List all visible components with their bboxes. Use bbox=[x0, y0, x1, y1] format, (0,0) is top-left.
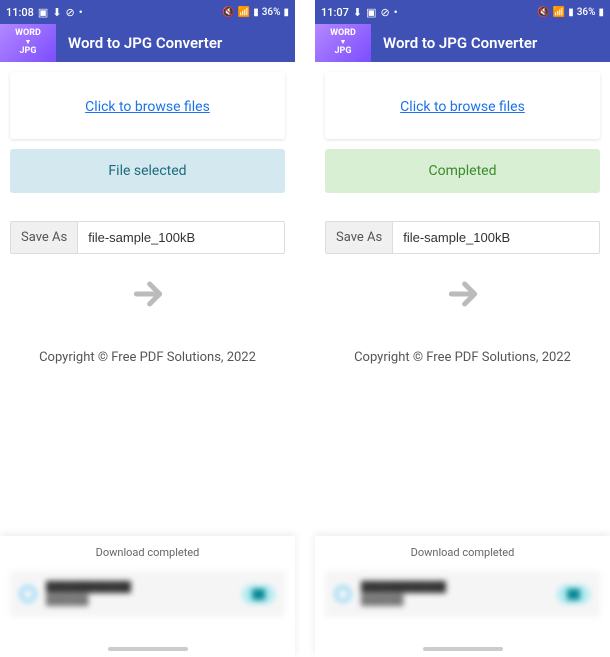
download-header: Download completed bbox=[0, 546, 295, 559]
save-as-label: Save As bbox=[10, 221, 77, 254]
app-title: Word to JPG Converter bbox=[383, 34, 537, 52]
download-item[interactable]: ████████████ ██████ ██ bbox=[10, 571, 285, 617]
gallery-icon: ▣ bbox=[38, 6, 48, 19]
download-text: ████████████ ██████ bbox=[361, 581, 557, 607]
nav-handle[interactable] bbox=[423, 647, 503, 651]
browse-card[interactable]: Click to browse files bbox=[325, 72, 600, 139]
silent-icon: 🔇 bbox=[222, 7, 234, 18]
status-bar: 11:08 ▣ ⬇ ⊘ • 🔇 📶 ▮ 36% ▮ bbox=[0, 0, 295, 24]
battery-icon: ▮ bbox=[598, 7, 604, 18]
download-complete-icon bbox=[20, 586, 36, 602]
dot-icon: • bbox=[394, 6, 398, 19]
download-filename: ████████████ bbox=[361, 581, 557, 594]
arrow-right-icon[interactable] bbox=[128, 274, 168, 318]
download-complete-icon bbox=[335, 586, 351, 602]
signal-icon: ▮ bbox=[568, 7, 574, 18]
save-as-label: Save As bbox=[325, 221, 392, 254]
battery-text: 36% bbox=[262, 7, 281, 18]
arrow-right-icon[interactable] bbox=[443, 274, 483, 318]
screenshot-left: 11:08 ▣ ⬇ ⊘ • 🔇 📶 ▮ 36% ▮ WORD ▼ JPG Wor… bbox=[0, 0, 295, 657]
download-icon: ⬇ bbox=[52, 6, 61, 19]
status-right: 🔇 📶 ▮ 36% ▮ bbox=[537, 7, 604, 18]
download-header: Download completed bbox=[315, 546, 610, 559]
mute-icon: ⊘ bbox=[381, 6, 390, 19]
save-as-row: Save As bbox=[10, 221, 285, 254]
download-text: ████████████ ██████ bbox=[46, 581, 242, 607]
wifi-icon: 📶 bbox=[553, 7, 565, 18]
silent-icon: 🔇 bbox=[537, 7, 549, 18]
mute-icon: ⊘ bbox=[66, 6, 75, 19]
save-as-input[interactable] bbox=[77, 221, 285, 254]
gallery-icon: ▣ bbox=[366, 6, 376, 19]
download-panel: Download completed ████████████ ██████ █… bbox=[0, 536, 295, 657]
battery-text: 36% bbox=[577, 7, 596, 18]
dot-icon: • bbox=[79, 6, 83, 19]
app-bar: WORD ▼ JPG Word to JPG Converter bbox=[0, 24, 295, 62]
copyright-text: Copyright © Free PDF Solutions, 2022 bbox=[10, 350, 285, 365]
signal-icon: ▮ bbox=[253, 7, 259, 18]
app-logo-icon: WORD ▼ JPG bbox=[315, 24, 371, 62]
download-meta: ██████ bbox=[46, 594, 242, 607]
status-right: 🔇 📶 ▮ 36% ▮ bbox=[222, 7, 289, 18]
file-status-banner: File selected bbox=[10, 149, 285, 193]
save-as-input[interactable] bbox=[392, 221, 600, 254]
main-content: Click to browse files File selected Save… bbox=[0, 62, 295, 365]
download-action-button[interactable]: ██ bbox=[557, 585, 590, 604]
save-as-row: Save As bbox=[325, 221, 600, 254]
file-status-banner: Completed bbox=[325, 149, 600, 193]
convert-button-row bbox=[10, 274, 285, 318]
battery-icon: ▮ bbox=[283, 7, 289, 18]
browse-card[interactable]: Click to browse files bbox=[10, 72, 285, 139]
download-item[interactable]: ████████████ ██████ ██ bbox=[325, 571, 600, 617]
convert-button-row bbox=[325, 274, 600, 318]
browse-link[interactable]: Click to browse files bbox=[400, 99, 525, 115]
download-icon: ⬇ bbox=[353, 6, 362, 19]
nav-handle[interactable] bbox=[108, 647, 188, 651]
download-action-button[interactable]: ██ bbox=[242, 585, 275, 604]
status-time: 11:08 bbox=[6, 6, 34, 19]
download-filename: ████████████ bbox=[46, 581, 242, 594]
browse-link[interactable]: Click to browse files bbox=[85, 99, 210, 115]
download-meta: ██████ bbox=[361, 594, 557, 607]
wifi-icon: 📶 bbox=[238, 7, 250, 18]
status-left: 11:08 ▣ ⬇ ⊘ • bbox=[6, 6, 83, 19]
copyright-text: Copyright © Free PDF Solutions, 2022 bbox=[325, 350, 600, 365]
status-time: 11:07 bbox=[321, 6, 349, 19]
app-logo-icon: WORD ▼ JPG bbox=[0, 24, 56, 62]
download-panel: Download completed ████████████ ██████ █… bbox=[315, 536, 610, 657]
screenshot-right: 11:07 ⬇ ▣ ⊘ • 🔇 📶 ▮ 36% ▮ WORD ▼ JPG Wor… bbox=[315, 0, 610, 657]
app-bar: WORD ▼ JPG Word to JPG Converter bbox=[315, 24, 610, 62]
app-title: Word to JPG Converter bbox=[68, 34, 222, 52]
status-left: 11:07 ⬇ ▣ ⊘ • bbox=[321, 6, 398, 19]
main-content: Click to browse files Completed Save As … bbox=[315, 62, 610, 365]
status-bar: 11:07 ⬇ ▣ ⊘ • 🔇 📶 ▮ 36% ▮ bbox=[315, 0, 610, 24]
